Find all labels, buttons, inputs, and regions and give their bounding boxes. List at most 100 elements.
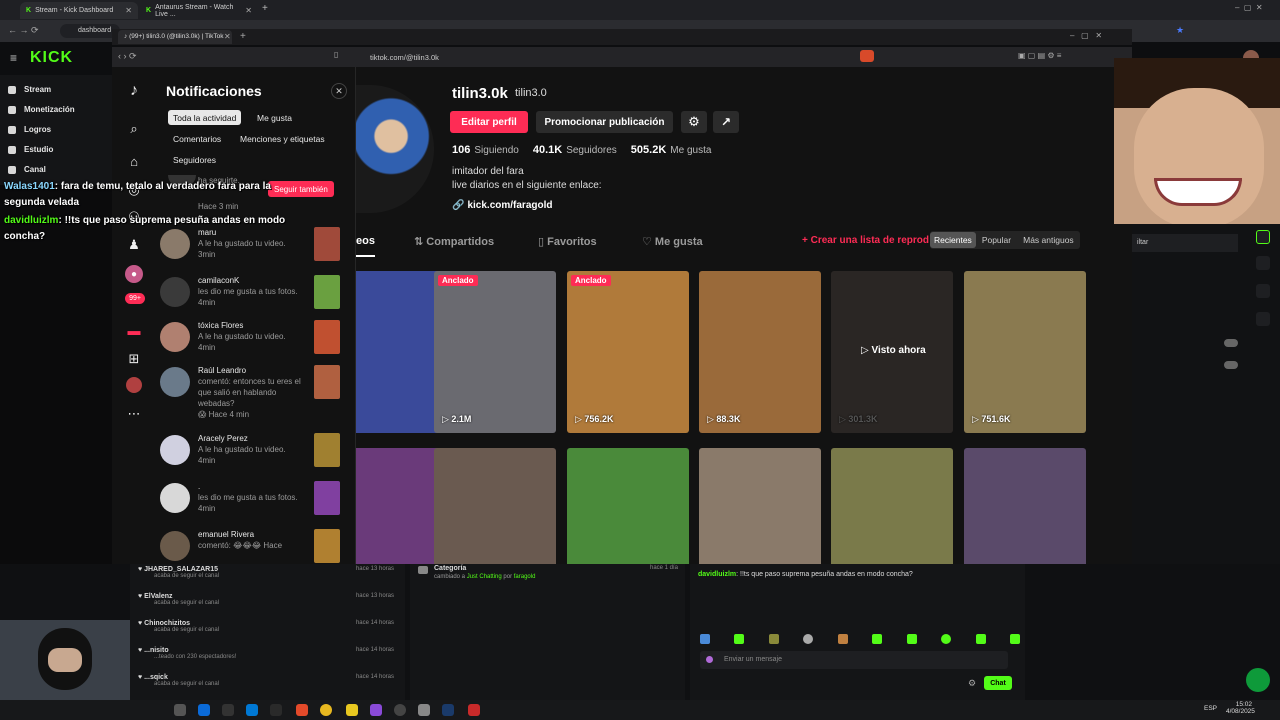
video-card[interactable]: Anclado ▷ 756.2K: [567, 271, 689, 433]
app-icon[interactable]: [468, 704, 480, 716]
app-icon[interactable]: [270, 704, 282, 716]
nav-arrows-icon[interactable]: ‹ › ⟳: [118, 51, 137, 62]
toolbar-icons[interactable]: ▣ ▢ ▤ ⚙ ≡: [1018, 51, 1061, 60]
avatar[interactable]: [160, 435, 190, 465]
close-icon[interactable]: ✕: [125, 6, 132, 15]
emote-icon[interactable]: [941, 634, 952, 644]
tiktok-logo-icon[interactable]: ♪: [125, 82, 143, 100]
avatar[interactable]: [160, 483, 190, 513]
chat-icon[interactable]: [1256, 230, 1270, 244]
following-label[interactable]: Siguiendo: [474, 145, 518, 156]
video-card[interactable]: [964, 448, 1086, 564]
tool-icon[interactable]: [1256, 256, 1270, 270]
close-icon[interactable]: ✕: [245, 6, 252, 15]
activity-user[interactable]: ElValenz: [144, 593, 172, 600]
brave-icon[interactable]: [296, 704, 308, 716]
video-thumbnail[interactable]: [314, 433, 340, 467]
nav-arrows-icon[interactable]: ← → ⟳: [8, 25, 39, 36]
emote-icon[interactable]: [700, 634, 710, 644]
video-card[interactable]: ▷ Visto ahora ▷ 301.3K: [831, 271, 953, 433]
upload-icon[interactable]: ⊞: [125, 350, 143, 368]
sidebar-item-stream[interactable]: Stream: [8, 85, 51, 94]
more-icon[interactable]: ⋯: [125, 405, 143, 423]
activity-user[interactable]: ...sqick: [144, 674, 168, 681]
new-tab-icon[interactable]: +: [262, 3, 268, 14]
tab-liked[interactable]: ♡ Me gusta: [642, 235, 703, 248]
activity-badge[interactable]: 99+: [125, 293, 145, 304]
inner-url-field[interactable]: tiktok.com/@tilin3.0k: [352, 49, 892, 65]
notification-user[interactable]: Aracely Perez: [198, 434, 248, 443]
tool-icon[interactable]: [1256, 284, 1270, 298]
list-item[interactable]: . les dio me gusta a tus fotos. 4min: [160, 481, 352, 527]
avatar[interactable]: [160, 367, 190, 397]
app-icon[interactable]: [418, 704, 430, 716]
video-thumbnail[interactable]: [314, 365, 340, 399]
video-card[interactable]: Anclado ▷ 2.1M: [434, 271, 556, 433]
video-thumbnail[interactable]: [314, 227, 340, 261]
activity-user[interactable]: Chinochizitos: [144, 620, 190, 627]
emote-icon[interactable]: [1009, 634, 1020, 644]
close-icon[interactable]: ✕: [224, 32, 231, 41]
video-thumbnail[interactable]: [314, 275, 340, 309]
sort-oldest[interactable]: Más antiguos: [1017, 232, 1080, 248]
filter-all-activity[interactable]: Toda la actividad: [168, 110, 242, 125]
profile-link[interactable]: 🔗 kick.com/faragold: [452, 200, 552, 211]
filter-followers[interactable]: Seguidores: [168, 152, 221, 167]
emote-icon[interactable]: [837, 634, 848, 644]
activity-user[interactable]: JHARED_SALAZAR15: [144, 566, 218, 573]
sidebar-item-canal[interactable]: Canal: [8, 165, 46, 174]
new-tab-icon[interactable]: +: [240, 31, 246, 42]
sidebar-item-logros[interactable]: Logros: [8, 125, 51, 134]
kick-logo[interactable]: KICK: [30, 49, 73, 67]
window-controls[interactable]: – ▢ ✕: [1070, 31, 1102, 40]
event-user[interactable]: faragold: [514, 574, 536, 580]
toggle[interactable]: [1224, 339, 1238, 347]
video-card[interactable]: ▷ 88.3K: [699, 271, 821, 433]
obs-icon[interactable]: [394, 704, 406, 716]
tab-favorites[interactable]: ▯ Favoritos: [538, 235, 597, 248]
create-playlist-link[interactable]: + Crear una lista de reprod: [802, 235, 932, 246]
app-icon[interactable]: [370, 704, 382, 716]
emote-icon[interactable]: [734, 634, 745, 644]
window-controls[interactable]: – ▢ ✕: [1235, 3, 1263, 12]
tab-antaurus[interactable]: K Antaurus Stream - Watch Live ... ✕: [140, 2, 258, 19]
support-icon[interactable]: [1246, 668, 1270, 692]
filter-likes[interactable]: Me gusta: [252, 110, 297, 125]
video-card[interactable]: [831, 448, 953, 564]
outer-url-field[interactable]: dashboard: [60, 24, 120, 38]
followers-label[interactable]: Seguidores: [566, 145, 617, 156]
list-item[interactable]: camilaconK les dio me gusta a tus fotos. 4…: [160, 275, 352, 321]
filter-mentions[interactable]: Menciones y etiquetas: [235, 131, 330, 146]
avatar[interactable]: [160, 322, 190, 352]
list-item[interactable]: emanuel Rivera comentó: 😂😂😂 Hace: [160, 529, 352, 564]
tab-tiktok[interactable]: ♪ (99+) tilin3.0 (@tilin3.0k) | TikTok: [118, 30, 232, 44]
taskview-icon[interactable]: [174, 704, 186, 716]
sort-popular[interactable]: Popular: [976, 232, 1017, 248]
search-icon[interactable]: ⌕: [125, 120, 143, 138]
home-icon[interactable]: ⌂: [125, 152, 143, 170]
sidebar-item-estudio[interactable]: Estudio: [8, 145, 53, 154]
avatar[interactable]: [160, 277, 190, 307]
tool-icon[interactable]: [1256, 312, 1270, 326]
outlook-icon[interactable]: [246, 704, 258, 716]
video-card[interactable]: [434, 448, 556, 564]
star-icon[interactable]: ★: [1176, 25, 1184, 36]
video-card[interactable]: ▷ 751.6K: [964, 271, 1086, 433]
chrome-icon[interactable]: [320, 704, 332, 716]
steam-icon[interactable]: [442, 704, 454, 716]
emote-icon[interactable]: [872, 634, 883, 644]
video-card[interactable]: [567, 448, 689, 564]
activity-user[interactable]: ...nisito: [144, 647, 169, 654]
edit-profile-button[interactable]: Editar perfil: [450, 111, 528, 133]
notification-user[interactable]: Raúl Leandro: [198, 366, 246, 375]
video-thumbnail[interactable]: [314, 481, 340, 515]
video-thumbnail[interactable]: [314, 529, 340, 563]
notification-user[interactable]: camilaconK: [198, 276, 239, 285]
filter-comments[interactable]: Comentarios: [168, 131, 226, 146]
sort-recent[interactable]: Recientes: [930, 232, 976, 248]
filter-field[interactable]: iltar: [1132, 234, 1238, 252]
emote-icon[interactable]: [803, 634, 814, 644]
video-card[interactable]: [699, 448, 821, 564]
video-thumbnail[interactable]: [314, 320, 340, 354]
avatar[interactable]: [160, 531, 190, 561]
